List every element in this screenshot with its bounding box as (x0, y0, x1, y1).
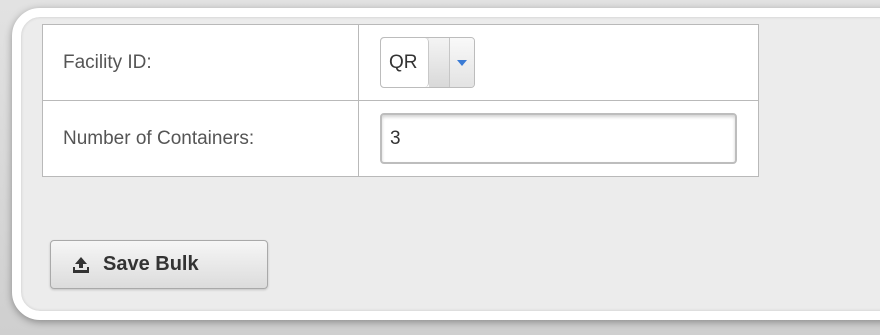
table-row-facility: Facility ID: QR (42, 24, 759, 101)
containers-cell (358, 100, 759, 177)
bulk-form-table: Facility ID: QR Number of Containers: (42, 24, 759, 177)
page: Facility ID: QR Number of Containers: 3 … (0, 0, 880, 335)
containers-label: Number of Containers: (42, 100, 359, 177)
table-row-containers: Number of Containers: (42, 100, 759, 177)
facility-label: Facility ID: (42, 24, 359, 101)
facility-cell: QR (358, 24, 759, 101)
upload-icon (71, 255, 91, 275)
facility-select-toggle[interactable] (449, 38, 474, 87)
facility-select[interactable]: QR (380, 37, 475, 88)
save-bulk-label: Save Bulk (103, 253, 199, 275)
containers-input[interactable] (380, 113, 737, 164)
facility-select-spacer (428, 38, 450, 87)
save-bulk-button[interactable]: Save Bulk (50, 240, 268, 289)
caret-down-icon (456, 59, 467, 66)
facility-select-value: QR (381, 38, 429, 87)
